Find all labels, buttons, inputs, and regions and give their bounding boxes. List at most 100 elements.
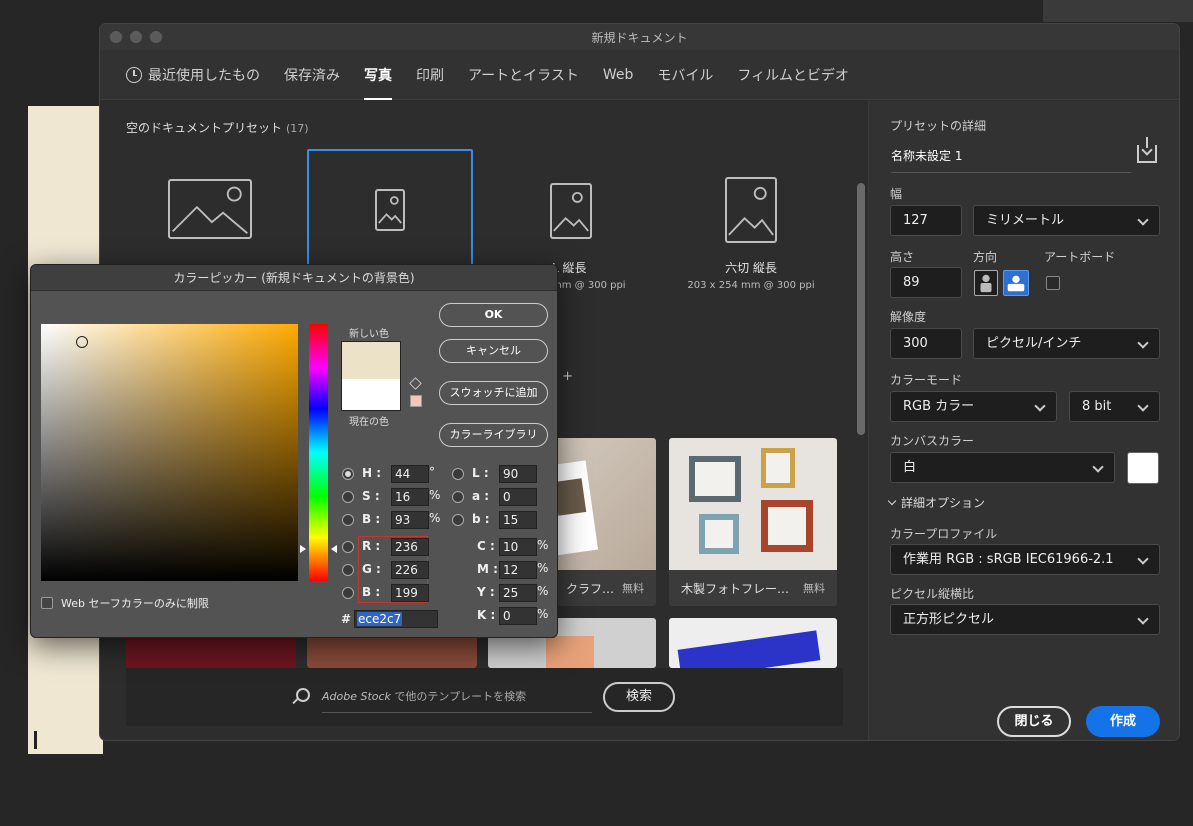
blue-input[interactable]: 199 <box>391 584 429 602</box>
radio-g[interactable] <box>342 564 354 576</box>
resolution-input[interactable]: 300 <box>890 328 962 359</box>
advanced-options-toggle[interactable]: 詳細オプション <box>889 494 985 511</box>
tab-label: 印刷 <box>416 67 444 84</box>
pixel-aspect-select[interactable]: 正方形ピクセル <box>890 604 1160 635</box>
preset-card-rokugiri[interactable]: 六切 縦長 203 x 254 mm @ 300 ppi <box>668 149 834 299</box>
height-input[interactable]: 89 <box>890 267 962 298</box>
ok-button[interactable]: OK <box>439 303 548 327</box>
color-picker-dialog: カラーピッカー (新規ドキュメントの背景色) 新しい色 現在の色 OK キャンセ… <box>30 264 558 638</box>
resolution-unit-select[interactable]: ピクセル/インチ <box>973 328 1160 359</box>
template-label: 木製フォトフレー… <box>681 582 790 596</box>
select-value: 白 <box>903 460 917 475</box>
radio-h[interactable] <box>342 468 354 480</box>
y-input[interactable]: 25 <box>499 584 537 602</box>
m-input[interactable]: 12 <box>499 561 537 579</box>
radio-b[interactable] <box>342 514 354 526</box>
radio-l[interactable] <box>452 468 464 480</box>
radio-r[interactable] <box>342 541 354 553</box>
width-input[interactable]: 127 <box>890 205 962 236</box>
template-card[interactable] <box>669 618 837 668</box>
gamut-cube-icon[interactable] <box>409 377 422 390</box>
chevron-down-icon <box>1137 400 1149 412</box>
h-unit: ° <box>429 465 435 479</box>
canvas-color-swatch[interactable] <box>1127 452 1159 484</box>
artboard-checkbox[interactable] <box>1046 276 1060 290</box>
document-name-field[interactable]: 名称未設定 1 <box>891 147 1131 173</box>
tab-photo[interactable]: 写真 <box>364 50 392 100</box>
color-profile-select[interactable]: 作業用 RGB : sRGB IEC61966-2.1 <box>890 544 1160 575</box>
saturation-brightness-field[interactable] <box>41 324 298 581</box>
thumb-magazine <box>677 630 821 668</box>
zoom-window-button[interactable] <box>150 31 162 43</box>
canvas-color-select[interactable]: 白 <box>890 452 1115 483</box>
l-input[interactable]: 90 <box>499 465 537 483</box>
hue-slider-handle-left[interactable] <box>300 545 306 553</box>
radio-blue[interactable] <box>342 587 354 599</box>
new-color-label: 新しい色 <box>349 329 389 340</box>
c-input[interactable]: 10 <box>499 538 537 556</box>
save-preset-icon[interactable] <box>1137 137 1157 163</box>
tab-art[interactable]: アートとイラスト <box>468 50 579 100</box>
tab-mobile[interactable]: モバイル <box>657 50 713 100</box>
color-cursor[interactable] <box>76 336 88 348</box>
search-button[interactable]: 検索 <box>603 682 675 712</box>
radio-s[interactable] <box>342 491 354 503</box>
width-unit-select[interactable]: ミリメートル <box>973 205 1160 236</box>
minimize-window-button[interactable] <box>130 31 142 43</box>
color-libraries-button[interactable]: カラーライブラリ <box>439 423 548 447</box>
tab-web[interactable]: Web <box>603 50 634 100</box>
image-icon <box>168 179 252 239</box>
template-card-wood-frame[interactable]: 木製フォトフレー… 無料 <box>669 438 837 606</box>
artboard-label: アートボード <box>1044 250 1116 264</box>
add-to-swatches-button[interactable]: スウォッチに追加 <box>439 381 548 405</box>
k-unit: % <box>537 607 549 621</box>
window-controls <box>110 31 162 43</box>
s-input[interactable]: 16 <box>391 488 429 506</box>
s-label: S : <box>362 489 380 503</box>
preset-scrollbar[interactable] <box>857 183 865 435</box>
a-input[interactable]: 0 <box>499 488 537 506</box>
current-color-swatch[interactable] <box>341 379 401 411</box>
radio-a[interactable] <box>452 491 464 503</box>
create-button[interactable]: 作成 <box>1086 706 1160 737</box>
search-icon <box>296 688 310 702</box>
chevron-down-icon <box>1137 214 1149 226</box>
tab-recent[interactable]: 最近使用したもの <box>126 50 260 100</box>
r-input[interactable]: 236 <box>391 538 429 556</box>
tab-print[interactable]: 印刷 <box>416 50 444 100</box>
lab-b-input[interactable]: 15 <box>499 511 537 529</box>
new-color-swatch <box>341 341 401 379</box>
websafe-checkbox[interactable] <box>41 597 53 609</box>
thumb-photo <box>553 478 587 516</box>
preset-header-text: 空のドキュメントプリセット <box>126 121 283 135</box>
hex-value: ece2c7 <box>357 612 403 626</box>
hex-input[interactable]: ece2c7 <box>354 610 438 628</box>
search-input[interactable]: Adobe Stock で他のテンプレートを検索 <box>322 688 526 704</box>
preset-details-panel: プリセットの詳細 名称未設定 1 幅 127 ミリメートル 高さ 方向 アートボ… <box>868 101 1179 740</box>
close-window-button[interactable] <box>110 31 122 43</box>
cancel-button[interactable]: キャンセル <box>439 339 548 363</box>
bit-depth-select[interactable]: 8 bit <box>1069 391 1160 422</box>
b-input[interactable]: 93 <box>391 511 429 529</box>
close-button[interactable]: 閉じる <box>997 706 1071 737</box>
hue-slider-handle-right[interactable] <box>331 545 337 553</box>
tab-label: フィルムとビデオ <box>737 67 849 84</box>
tab-label: Web <box>602 66 634 83</box>
tab-label: 写真 <box>364 67 392 84</box>
template-thumbnail <box>669 438 837 570</box>
height-label: 高さ <box>890 250 915 264</box>
tab-film[interactable]: フィルムとビデオ <box>737 50 848 100</box>
thumb-frame <box>761 448 795 488</box>
landscape-orientation-button[interactable] <box>1003 270 1029 296</box>
h-input[interactable]: 44 <box>391 465 429 483</box>
websafe-only-option[interactable]: Web セーフカラーのみに制限 <box>41 595 209 611</box>
k-input[interactable]: 0 <box>499 607 537 625</box>
portrait-orientation-button[interactable] <box>974 270 998 296</box>
hue-slider[interactable] <box>309 324 328 581</box>
tab-saved[interactable]: 保存済み <box>284 50 340 100</box>
radio-lab-b[interactable] <box>452 514 464 526</box>
websafe-label: Web セーフカラーのみに制限 <box>61 597 209 610</box>
color-mode-select[interactable]: RGB カラー <box>890 391 1057 422</box>
websafe-color-swatch[interactable] <box>410 395 422 407</box>
g-input[interactable]: 226 <box>391 561 429 579</box>
